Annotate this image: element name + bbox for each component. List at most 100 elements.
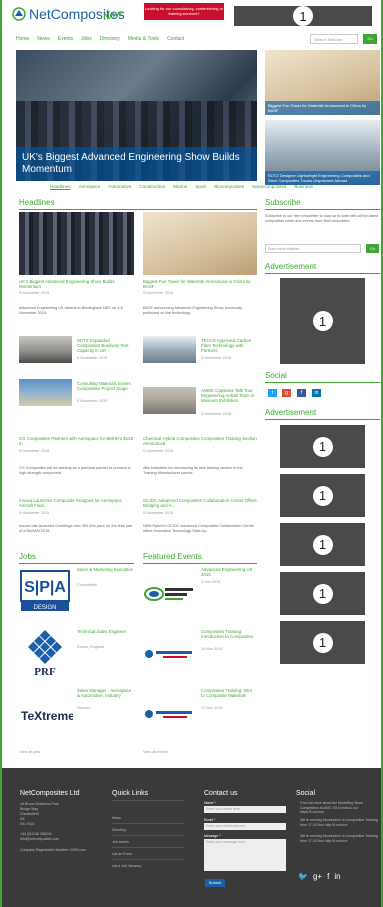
featured-story-image-2[interactable] [143,212,257,275]
story-thumb-3[interactable] [19,379,72,406]
tab-sport[interactable]: Sport [195,184,206,189]
text-story-title-2[interactable]: Chemical Hybrid Composites Composites Tr… [143,436,257,446]
footer-link-directory[interactable]: Directory [112,828,126,833]
event-title-2[interactable]: Composites Training: Introduction to Com… [201,629,257,639]
job-title-1[interactable]: Sales & Marketing Executive [77,567,134,572]
story-title-1[interactable]: SOTZ Expanded Composites Business Test C… [77,338,134,353]
footer-social-icons: 🐦 g+ f in [298,872,341,881]
footer-links-heading: Quick Links [112,790,149,797]
sidebar-advertisement-2[interactable]: 1 [280,425,365,468]
text-story-title-4[interactable]: OC/DC Advanced Composites Collaboration … [143,498,257,508]
footer-contact-heading: Contact us [204,790,238,797]
search-input[interactable]: Search NetCom [310,34,358,44]
text-story-title-3[interactable]: Innova Launches Composite Snapped for Ae… [19,498,134,508]
footer-tweet-3[interactable]: We're running Introduction to Composites… [300,834,378,843]
nav-item-jobs[interactable]: Jobs [81,36,92,42]
tab-headlines[interactable]: Headlines [50,184,70,189]
story-title-4[interactable]: ANMC Capstone Talk Tour Engineering Anha… [201,388,257,403]
tab-biocomposites[interactable]: Biocomposites [214,184,244,189]
facebook-icon[interactable]: f [297,389,306,397]
footer-tweet-1[interactable]: Find out more about the Modelling Show C… [300,801,378,815]
job-title-3[interactable]: Sales Manager - Aerospace & Automotive, … [77,688,134,698]
tab-aerospace[interactable]: Aerospace [78,184,100,189]
sidebar-advertisement-1[interactable]: 1 [280,278,365,364]
event-title-3[interactable]: Composites Training: Intro to Composite … [201,688,257,698]
featured-story-title-1[interactable]: UK's Biggest Advanced Engineering Show B… [19,279,134,289]
footer-link-list-event[interactable]: List an Event [112,852,132,857]
netcomposites-education-logo-icon [145,650,192,658]
job-title-2[interactable]: Technical Sales Engineer [77,629,134,634]
footer-link-news[interactable]: News [112,816,121,821]
sidebar-advertisement-4[interactable]: 1 [280,523,365,566]
search-button[interactable]: Go [363,34,377,44]
facebook-icon[interactable]: f [327,872,329,881]
services-banner[interactable]: Looking for our consultancy, conferencin… [144,3,224,20]
subscribe-email-input[interactable]: Enter email address [265,244,361,253]
nav-item-directory[interactable]: Directory [100,36,120,42]
story-thumb-2[interactable] [143,336,196,363]
twitter-icon[interactable]: t [268,389,277,397]
tab-marine[interactable]: Marine [173,184,187,189]
subscribe-button[interactable]: Go [366,244,379,253]
linkedin-icon[interactable]: in [334,872,340,881]
view-all-events-link[interactable]: View all events [143,750,168,755]
hero-caption[interactable]: UK's Biggest Advanced Engineering Show B… [16,147,257,181]
text-story-title-1[interactable]: CG Composites Partners with Aerospace fo… [19,436,134,446]
event-date-1: 4 Nov 2015 [201,580,221,584]
story-title-2[interactable]: TECAS Approved Carbon Fibre Technology w… [201,338,257,353]
google-plus-icon[interactable]: g+ [313,872,322,881]
text-story-summary-1: CG Composites will be working as a princ… [19,466,131,475]
hero-side-story-2[interactable]: SOTZ Designer Lightweight Engineering Co… [265,120,380,185]
sidebar-advertisement-6[interactable]: 1 [280,621,365,664]
svg-text:TeXtreme: TeXtreme [21,709,73,723]
footer-company-heading: NetComposites Ltd [20,790,80,797]
job-logo-textreme[interactable]: TeXtreme [19,706,75,724]
tab-construction[interactable]: Construction [139,184,165,189]
contact-email-label: Email * [204,818,216,822]
footer-link-job-search[interactable]: Job search [112,840,129,845]
event-date-3: 17 Nov 2015 [201,706,223,710]
story-title-3[interactable]: Consulting Materials Enters Composites P… [77,381,134,391]
footer-link-list-job[interactable]: List a Job Vacancy [112,864,141,869]
nav-item-events[interactable]: Events [58,36,73,42]
footer-tweet-2[interactable]: We're running Introduction to Composites… [300,818,378,827]
linkedin-icon[interactable]: in [312,389,321,397]
event-logo-2[interactable] [143,647,195,659]
featured-story-title-2[interactable]: Biggest Fun Tower for Watertite Announce… [143,279,257,289]
nav-item-media-tools[interactable]: Media & Tools [128,36,159,42]
view-all-jobs-link[interactable]: View all jobs [19,750,40,755]
event-logo-1[interactable] [143,583,195,605]
contact-message-input[interactable]: Enter your message here [204,839,286,871]
contact-name-input[interactable]: Enter your name here [204,806,286,813]
story-thumb-1[interactable] [19,336,72,363]
event-logo-3[interactable] [143,707,195,719]
contact-submit-button[interactable]: Submit [205,879,225,887]
header-advertisement[interactable]: 1 [234,6,372,26]
ad-badge: 1 [312,534,333,555]
contact-email-input[interactable]: Enter your email address [204,823,286,830]
composites-engineering-logo-icon [144,587,193,601]
job-logo-prf[interactable]: PRF [19,629,71,681]
job-logo-spa[interactable]: S|P|A DESIGN [19,569,71,613]
tab-automotive[interactable]: Automotive [108,184,131,189]
footer-address-3: Chesterfield [20,812,39,816]
nav-item-contact[interactable]: Contact [167,36,184,42]
tab-business[interactable]: Business [294,184,313,189]
svg-text:DESIGN: DESIGN [33,605,56,611]
twitter-icon[interactable]: 🐦 [298,872,308,881]
google-plus-icon[interactable]: g [282,389,291,397]
ad-badge: 1 [312,311,333,331]
footer-email[interactable]: info@netcomposites.com [20,837,59,842]
featured-story-image-1[interactable] [19,212,134,275]
nav-item-home[interactable]: Home [16,36,29,42]
event-title-1[interactable]: Advanced Engineering UK 2015 [201,567,257,577]
story-thumb-4[interactable] [143,387,196,414]
svg-text:PRF: PRF [34,666,56,678]
logo-mark-icon [12,7,26,21]
sidebar-advertisement-3[interactable]: 1 [280,474,365,517]
tab-nanocomposites[interactable]: Nanocomposites [252,184,286,189]
nav-item-news[interactable]: News [37,36,50,42]
hero-slider[interactable]: UK's Biggest Advanced Engineering Show B… [16,50,257,181]
sidebar-advertisement-5[interactable]: 1 [280,572,365,615]
hero-side-story-1[interactable]: Biggest Fun Tower for Watertite Announce… [265,50,380,115]
